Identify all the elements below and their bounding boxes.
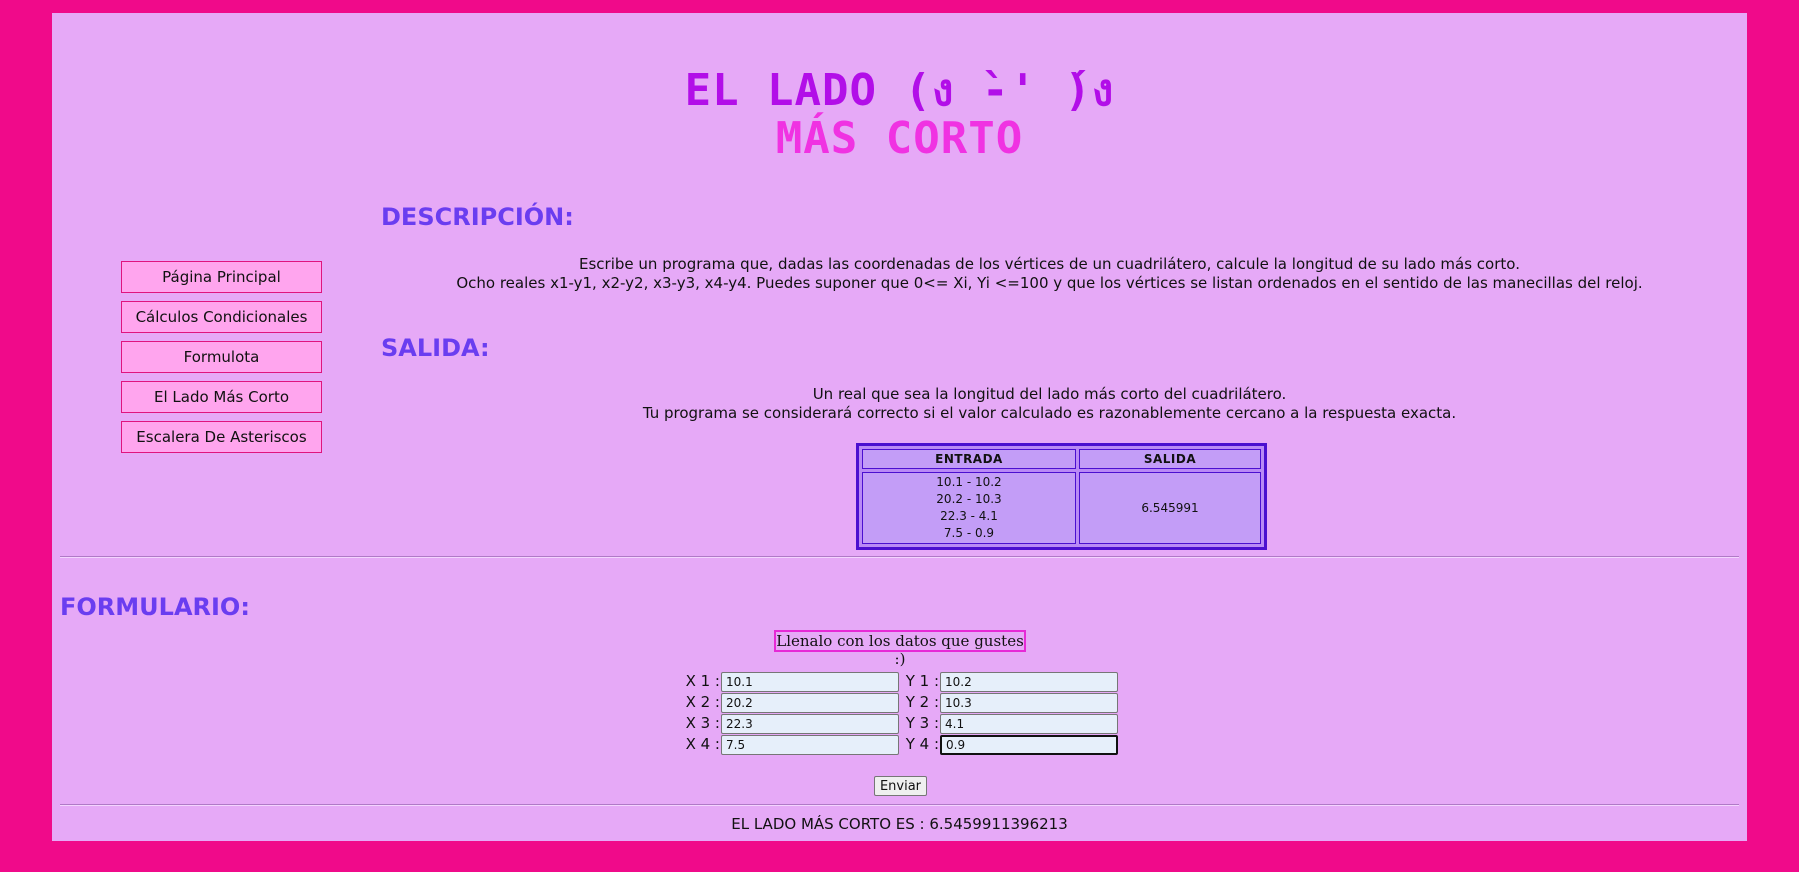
page-title-line2: MÁS CORTO [775, 113, 1024, 164]
description-heading: DESCRIPCIÓN: [381, 203, 574, 231]
x2-input[interactable] [721, 693, 899, 713]
x3-input[interactable] [721, 714, 899, 734]
divider [60, 556, 1739, 558]
nav-item-formulota[interactable]: Formulota [121, 341, 322, 373]
table-header-entrada: ENTRADA [862, 449, 1076, 469]
nav-item-calculos-condicionales[interactable]: Cálculos Condicionales [121, 301, 322, 333]
result-text: EL LADO MÁS CORTO ES : 6.5459911396213 [731, 815, 1068, 833]
example-table: ENTRADA SALIDA 10.1 - 10.2 20.2 - 10.3 2… [856, 443, 1267, 550]
y3-label: Y 3 : [905, 714, 939, 732]
submit-button[interactable]: Enviar [874, 776, 927, 796]
sidebar-nav: Página Principal Cálculos Condicionales … [121, 261, 322, 461]
y4-label: Y 4 : [905, 735, 939, 753]
description-text: Escribe un programa que, dadas las coord… [352, 255, 1747, 293]
x2-label: X 2 : [685, 693, 720, 711]
description-line1: Escribe un programa que, dadas las coord… [579, 255, 1520, 273]
divider [60, 804, 1739, 806]
x4-label: X 4 : [685, 735, 720, 753]
output-line1: Un real que sea la longitud del lado más… [812, 385, 1287, 403]
y3-input[interactable] [940, 714, 1118, 734]
y1-label: Y 1 : [905, 672, 939, 690]
x3-label: X 3 : [685, 714, 720, 732]
y1-input[interactable] [940, 672, 1118, 692]
description-line2: Ocho reales x1-y1, x2-y2, x3-y3, x4-y4. … [456, 274, 1643, 292]
table-cell-output: 6.545991 [1079, 472, 1261, 544]
input-line: 10.1 - 10.2 [936, 475, 1002, 489]
nav-item-el-lado-mas-corto[interactable]: El Lado Más Corto [121, 381, 322, 413]
output-heading: SALIDA: [381, 334, 490, 362]
table-cell-input: 10.1 - 10.2 20.2 - 10.3 22.3 - 4.1 7.5 -… [862, 472, 1076, 544]
form-heading: FORMULARIO: [60, 593, 250, 621]
input-line: 20.2 - 10.3 [936, 492, 1002, 506]
output-text: Un real que sea la longitud del lado más… [352, 385, 1747, 423]
output-line2: Tu programa se considerará correcto si e… [642, 404, 1457, 422]
y2-input[interactable] [940, 693, 1118, 713]
x1-label: X 1 : [685, 672, 720, 690]
input-line: 7.5 - 0.9 [943, 526, 995, 540]
x4-input[interactable] [721, 735, 899, 755]
y2-label: Y 2 : [905, 693, 939, 711]
nav-item-pagina-principal[interactable]: Página Principal [121, 261, 322, 293]
x1-input[interactable] [721, 672, 899, 692]
input-line: 22.3 - 4.1 [940, 509, 998, 523]
table-header-salida: SALIDA [1079, 449, 1261, 469]
nav-item-escalera-de-asteriscos[interactable]: Escalera De Asteriscos [121, 421, 322, 453]
main-panel: EL LADO (ง ̀-' ́)ง MÁS CORTO DESCRIPCIÓN… [52, 13, 1747, 841]
form-legend: Llenalo con los datos que gustes :) [774, 630, 1026, 668]
y4-input[interactable] [940, 735, 1118, 755]
